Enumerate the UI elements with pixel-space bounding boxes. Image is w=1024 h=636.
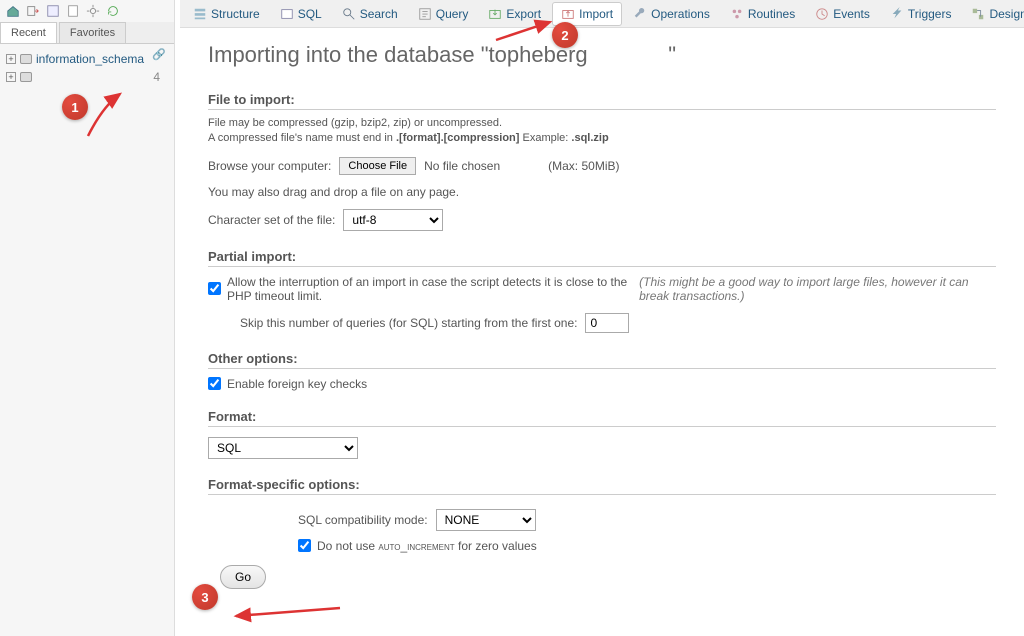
- section-format: Format:: [208, 409, 996, 427]
- tree-label: information_schema: [36, 52, 144, 66]
- annotation-badge-2: 2: [552, 22, 578, 48]
- structure-icon: [193, 7, 207, 21]
- compat-label: SQL compatibility mode:: [298, 513, 428, 527]
- sidebar: Recent Favorites 🔗 + information_schema …: [0, 0, 175, 636]
- section-partial: Partial import:: [208, 249, 996, 267]
- tab-query[interactable]: Query: [409, 2, 478, 26]
- tab-label: Operations: [651, 7, 710, 21]
- compat-select[interactable]: NONE: [436, 509, 536, 531]
- content: Importing into the database "topheberg⠀⠀…: [180, 28, 1024, 603]
- fk-row: Enable foreign key checks: [208, 377, 996, 391]
- charset-label: Character set of the file:: [208, 213, 335, 227]
- tab-structure[interactable]: Structure: [184, 2, 269, 26]
- tab-favorites[interactable]: Favorites: [59, 22, 126, 43]
- allow-label: Allow the interruption of an import in c…: [227, 275, 633, 303]
- tab-label: Routines: [748, 7, 795, 21]
- routines-icon: [730, 7, 744, 21]
- format-row: SQL: [208, 437, 996, 459]
- choose-file-button[interactable]: Choose File: [339, 157, 416, 175]
- tab-label: Import: [579, 7, 613, 21]
- db-tree: + information_schema + 4: [0, 44, 174, 92]
- expand-icon[interactable]: +: [6, 72, 16, 82]
- tab-label: Search: [360, 7, 398, 21]
- clock-icon: [815, 7, 829, 21]
- tree-item-db2[interactable]: + 4: [4, 68, 170, 86]
- no-file-text: No file chosen: [424, 159, 500, 173]
- page-title: Importing into the database "topheberg⠀⠀…: [208, 42, 996, 68]
- query-icon: [418, 7, 432, 21]
- topnav: Structure SQL Search Query Export Import…: [180, 0, 1024, 28]
- expand-icon[interactable]: +: [6, 54, 16, 64]
- export-icon: [488, 7, 502, 21]
- tree-count: 4: [153, 70, 160, 84]
- tab-search[interactable]: Search: [333, 2, 407, 26]
- gear-icon[interactable]: [86, 4, 100, 18]
- tab-label: SQL: [298, 7, 322, 21]
- charset-row: Character set of the file: utf-8: [208, 209, 996, 231]
- skip-label: Skip this number of queries (for SQL) st…: [240, 316, 577, 330]
- tab-routines[interactable]: Routines: [721, 2, 804, 26]
- link-icon[interactable]: 🔗: [152, 48, 166, 61]
- designer-icon: [971, 7, 985, 21]
- tab-export[interactable]: Export: [479, 2, 550, 26]
- tab-sql[interactable]: SQL: [271, 2, 331, 26]
- database-icon: [20, 54, 32, 64]
- tab-label: Query: [436, 7, 469, 21]
- section-other: Other options:: [208, 351, 996, 369]
- search-icon: [342, 7, 356, 21]
- charset-select[interactable]: utf-8: [343, 209, 443, 231]
- tab-designer[interactable]: Designer: [962, 2, 1024, 26]
- annotation-badge-1: 1: [62, 94, 88, 120]
- tab-operations[interactable]: Operations: [624, 2, 719, 26]
- allow-note: (This might be a good way to import larg…: [639, 275, 996, 303]
- tab-label: Triggers: [908, 7, 952, 21]
- tab-label: Designer: [989, 7, 1024, 21]
- docs-icon[interactable]: [66, 4, 80, 18]
- database-icon: [20, 72, 32, 82]
- browse-row: Browse your computer: Choose File No fil…: [208, 157, 996, 175]
- home-icon[interactable]: [6, 4, 20, 18]
- autoincrement-row: Do not use auto_increment for zero value…: [298, 539, 996, 553]
- allow-interruption-row: Allow the interruption of an import in c…: [208, 275, 996, 303]
- dragdrop-hint: You may also drag and drop a file on any…: [208, 185, 996, 199]
- import-icon: [561, 7, 575, 21]
- compat-row: SQL compatibility mode: NONE: [298, 509, 996, 531]
- sidebar-toolbar: [0, 0, 174, 22]
- triggers-icon: [890, 7, 904, 21]
- tab-label: Export: [506, 7, 541, 21]
- reload-icon[interactable]: [106, 4, 120, 18]
- skip-row: Skip this number of queries (for SQL) st…: [240, 313, 996, 333]
- tab-recent[interactable]: Recent: [0, 22, 57, 43]
- section-fso: Format-specific options:: [208, 477, 996, 495]
- format-select[interactable]: SQL: [208, 437, 358, 459]
- wrench-icon: [633, 7, 647, 21]
- allow-interruption-checkbox[interactable]: [208, 282, 221, 295]
- annotation-badge-3: 3: [192, 584, 218, 610]
- tab-label: Events: [833, 7, 870, 21]
- max-size: (Max: 50MiB): [548, 159, 619, 173]
- autoincrement-checkbox[interactable]: [298, 539, 311, 552]
- sql-icon[interactable]: [46, 4, 60, 18]
- section-file: File to import:: [208, 92, 996, 110]
- go-button[interactable]: Go: [220, 565, 266, 589]
- fk-checkbox[interactable]: [208, 377, 221, 390]
- main: Structure SQL Search Query Export Import…: [180, 0, 1024, 636]
- skip-input[interactable]: [585, 313, 629, 333]
- tab-triggers[interactable]: Triggers: [881, 2, 961, 26]
- tab-events[interactable]: Events: [806, 2, 879, 26]
- fk-label: Enable foreign key checks: [227, 377, 367, 391]
- sql-icon: [280, 7, 294, 21]
- tab-label: Structure: [211, 7, 260, 21]
- tree-item-information-schema[interactable]: + information_schema: [4, 50, 170, 68]
- logout-icon[interactable]: [26, 4, 40, 18]
- auto-label: Do not use auto_increment for zero value…: [317, 539, 537, 553]
- sidebar-tabs: Recent Favorites: [0, 22, 174, 44]
- browse-label: Browse your computer:: [208, 159, 331, 173]
- file-hint: File may be compressed (gzip, bzip2, zip…: [208, 116, 996, 147]
